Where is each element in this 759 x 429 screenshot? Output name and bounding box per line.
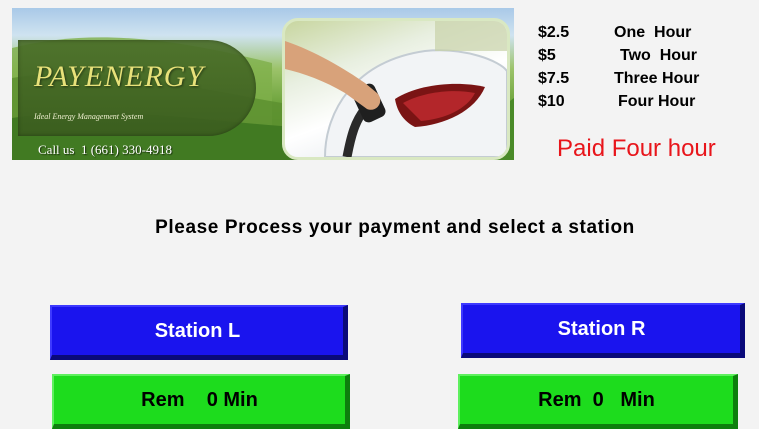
brand-logo-text: PAYENERGY [34, 60, 205, 93]
rate-price: $7.5 [538, 70, 570, 87]
brand-tagline: Ideal Energy Management System [34, 112, 144, 121]
rate-duration: One Hour [614, 24, 692, 41]
rate-duration: Four Hour [618, 93, 696, 110]
rate-duration: Three Hour [614, 70, 700, 87]
station-r-button[interactable]: Station R [461, 303, 745, 358]
ev-charging-icon [285, 21, 507, 157]
rate-row: $7.5 Three Hour [538, 70, 738, 93]
phone-number: Call us 1 (661) 330-4918 [38, 142, 172, 157]
rate-row: $10 Four Hour [538, 93, 738, 116]
station-l-button[interactable]: Station L [50, 305, 348, 360]
rate-row: $2.5 One Hour [538, 24, 738, 47]
payment-prompt: Please Process your payment and select a… [155, 217, 635, 238]
station-r-remaining-button[interactable]: Rem 0 Min [458, 374, 738, 429]
paid-status: Paid Four hour [557, 135, 716, 162]
rate-price: $2.5 [538, 24, 570, 41]
ev-charging-photo [282, 18, 510, 160]
rate-row: $5 Two Hour [538, 47, 738, 70]
rate-price: $5 [538, 47, 556, 64]
payenergy-banner: PAYENERGY Ideal Energy Management System… [12, 8, 514, 160]
rate-price: $10 [538, 93, 565, 110]
rate-duration: Two Hour [620, 47, 698, 64]
rate-table: $2.5 One Hour $5 Two Hour $7.5 Three Hou… [538, 24, 738, 116]
station-l-remaining-button[interactable]: Rem 0 Min [52, 374, 350, 429]
